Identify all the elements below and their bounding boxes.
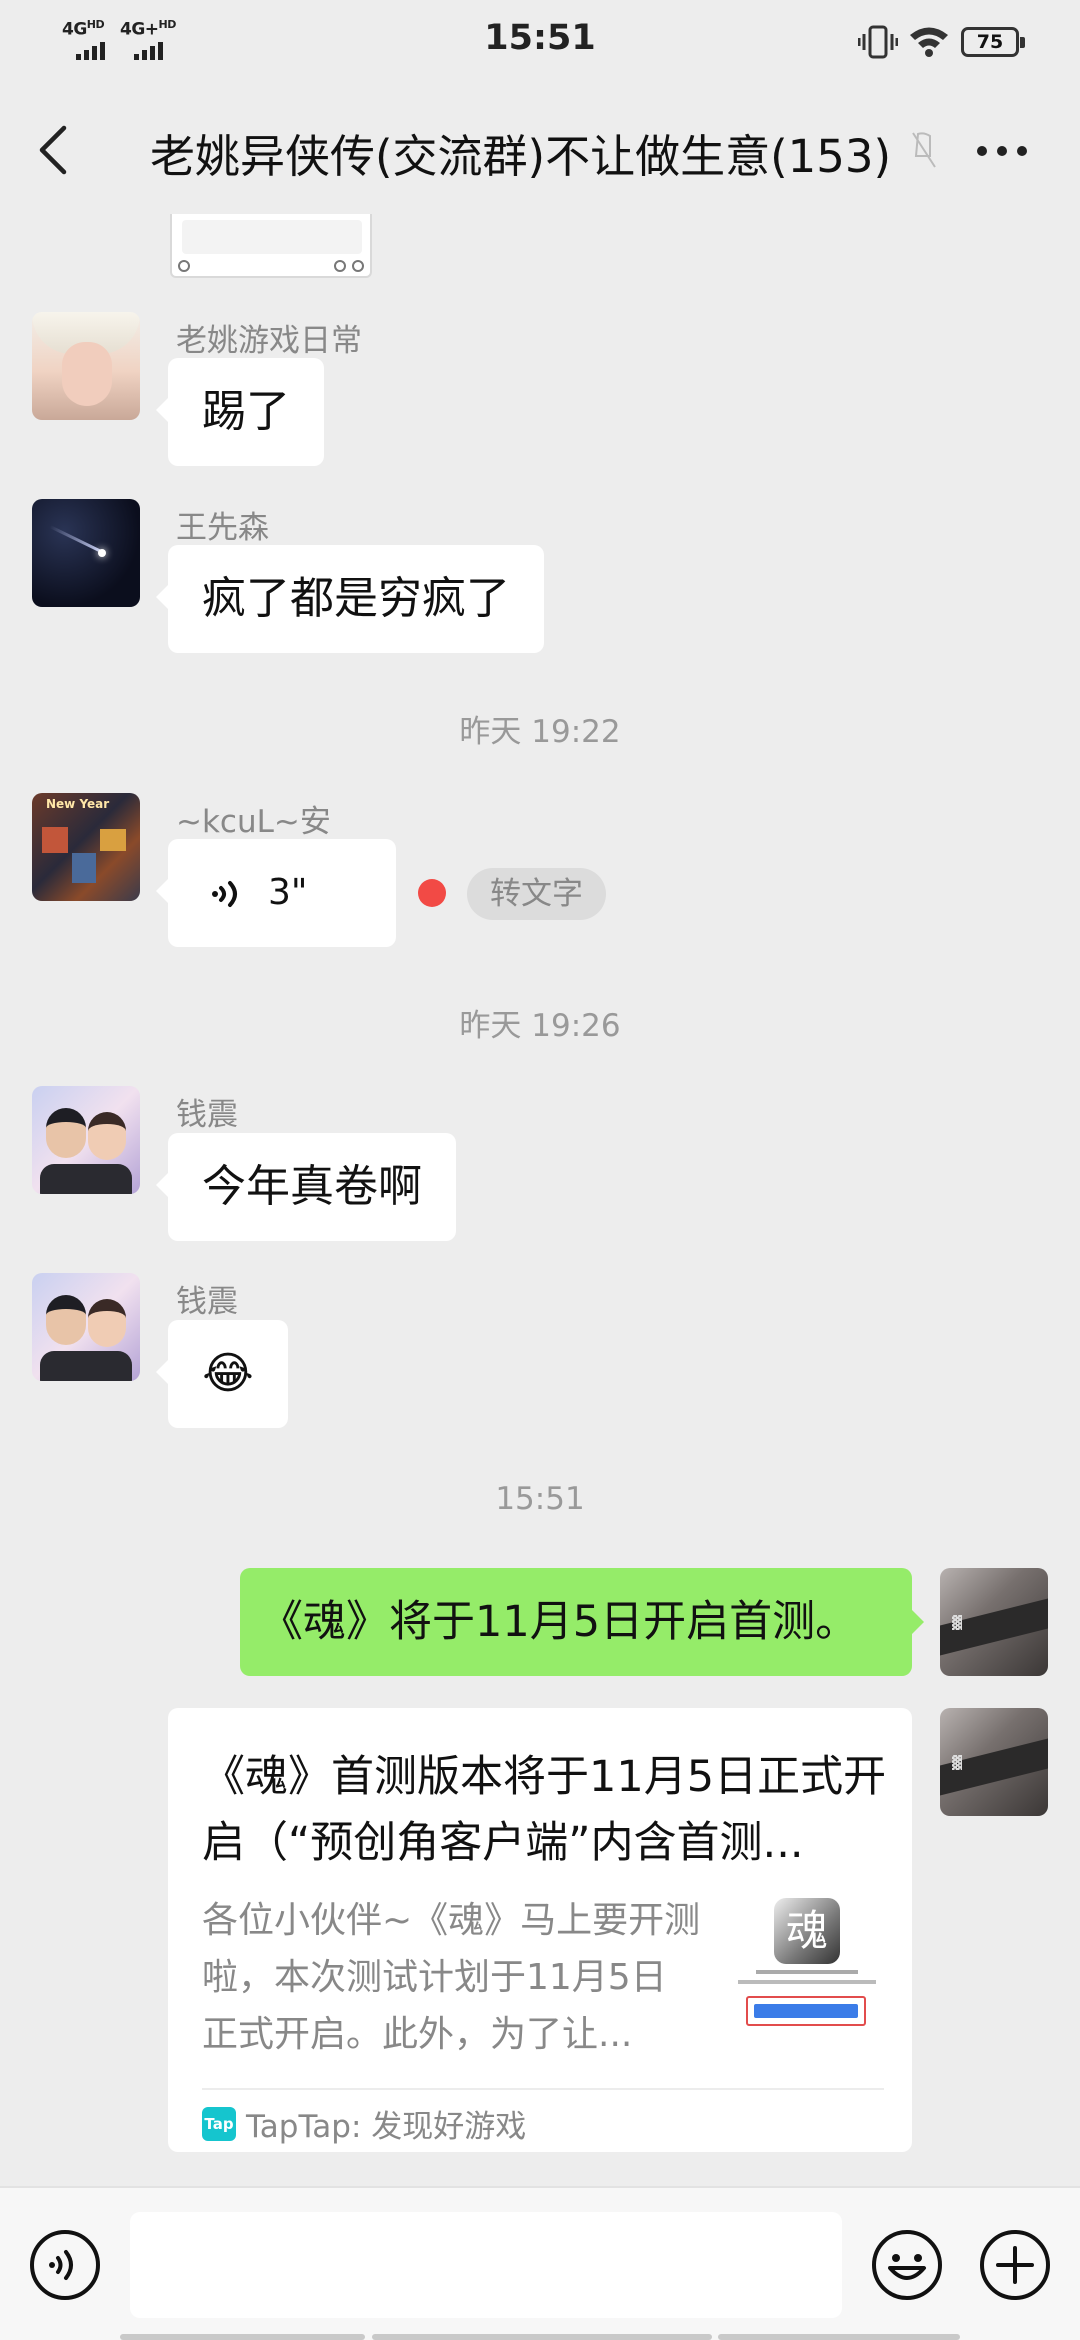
status-bar: 4GHD 4G+HD 15:51 75: [0, 0, 1080, 82]
timestamp: 昨天 19:26: [459, 1008, 621, 1044]
sender-name: 老姚游戏日常: [176, 323, 362, 359]
chat-header: 老姚异侠传(交流群)不让做生意(153): [0, 82, 1080, 214]
message-bubble[interactable]: 疯了都是穷疯了: [156, 545, 544, 653]
message-input[interactable]: [130, 2212, 842, 2318]
chat-title: 老姚异侠传(交流群)不让做生意(153): [150, 130, 890, 183]
voice-message-bubble[interactable]: 3": [156, 839, 396, 947]
avatar-tile: [100, 829, 126, 851]
thumbnail-app-logo: 魂: [774, 1898, 840, 1964]
nav-gesture-bar[interactable]: [372, 2334, 712, 2340]
thumbnail-plus-glyph: [352, 260, 364, 272]
thumbnail-button-highlight: [746, 1996, 866, 2026]
emoji-icon[interactable]: [870, 2228, 944, 2302]
sender-name: 王先森: [176, 510, 269, 546]
plus-icon[interactable]: [978, 2228, 1052, 2302]
nav-gesture-bar[interactable]: [718, 2334, 960, 2340]
image-message-thumbnail[interactable]: [170, 214, 372, 278]
avatar-person: [46, 1108, 86, 1158]
avatar[interactable]: [32, 499, 140, 607]
voice-duration: 3": [268, 872, 308, 913]
avatar-tile: [42, 827, 68, 853]
thumbnail-emoji-glyph: [334, 260, 346, 272]
timestamp: 15:51: [495, 1481, 585, 1517]
link-card-title: 《魂》首测版本将于11月5日正式开启（“预创角客户端”内含首测...: [202, 1752, 887, 1868]
vibrate-icon: [858, 25, 898, 59]
sender-name: ~kcuL~安: [176, 804, 331, 840]
avatar-building-sign: ▓: [952, 1616, 962, 1631]
thumbnail-app-name: [756, 1970, 858, 1974]
avatar-clothes: [40, 1164, 132, 1194]
link-card[interactable]: 《魂》首测版本将于11月5日正式开启（“预创角客户端”内含首测... 各位小伙伴…: [168, 1708, 912, 2152]
nav-gesture-bar[interactable]: [120, 2334, 365, 2340]
link-card-divider: [202, 2088, 884, 2090]
avatar[interactable]: [32, 1273, 140, 1381]
timestamp: 昨天 19:22: [459, 714, 621, 750]
wifi-icon: [910, 27, 948, 57]
avatar-person: [88, 1299, 126, 1347]
thumbnail-content: [182, 220, 362, 254]
avatar-person: [46, 1295, 86, 1345]
thumbnail-publisher: [738, 1980, 876, 1984]
link-card-description: 各位小伙伴~《魂》马上要开测啦，本次测试计划于11月5日正式开启。此外，为了让.…: [202, 1900, 701, 2055]
thumbnail-voice-glyph: [178, 260, 190, 272]
avatar-building-sign: ▓: [952, 1756, 962, 1771]
emoji-message-bubble[interactable]: 😂: [156, 1320, 288, 1428]
sender-name: 钱震: [176, 1097, 238, 1133]
sender-name: 钱震: [176, 1284, 238, 1320]
convert-to-text-button[interactable]: 转文字: [467, 868, 606, 920]
self-avatar[interactable]: ▓: [940, 1568, 1048, 1676]
avatar-star: [98, 549, 106, 557]
message-composer: [0, 2186, 1080, 2340]
avatar-caption: New Year: [46, 797, 110, 811]
more-icon[interactable]: [976, 144, 1028, 158]
link-card-source-label: TapTap: 发现好游戏: [246, 2109, 527, 2145]
avatar-meteor: [49, 525, 105, 555]
mute-icon: [912, 132, 936, 168]
self-avatar[interactable]: ▓: [940, 1708, 1048, 1816]
taptap-icon: Tap: [202, 2106, 236, 2141]
message-bubble[interactable]: 今年真卷啊: [156, 1133, 456, 1241]
avatar-clothes: [40, 1351, 132, 1381]
unread-voice-dot: [418, 879, 446, 907]
thumbnail-button: [754, 2004, 858, 2018]
message-bubble[interactable]: 踢了: [156, 358, 324, 466]
voice-playback-icon: [212, 881, 237, 907]
voice-icon[interactable]: [28, 2228, 102, 2302]
avatar-tile: [72, 853, 96, 883]
avatar[interactable]: [32, 312, 140, 420]
avatar[interactable]: [32, 1086, 140, 1194]
battery-icon: 75: [961, 27, 1025, 57]
avatar-person: [88, 1112, 126, 1160]
back-icon[interactable]: [36, 124, 72, 176]
link-card-source: Tap TapTap: 发现好游戏: [202, 2101, 526, 2146]
link-card-thumbnail: 魂: [736, 1898, 878, 2040]
avatar[interactable]: New Year: [32, 793, 140, 901]
self-message-bubble[interactable]: 《魂》将于11月5日开启首测。: [240, 1568, 924, 1676]
avatar-face: [62, 342, 112, 406]
